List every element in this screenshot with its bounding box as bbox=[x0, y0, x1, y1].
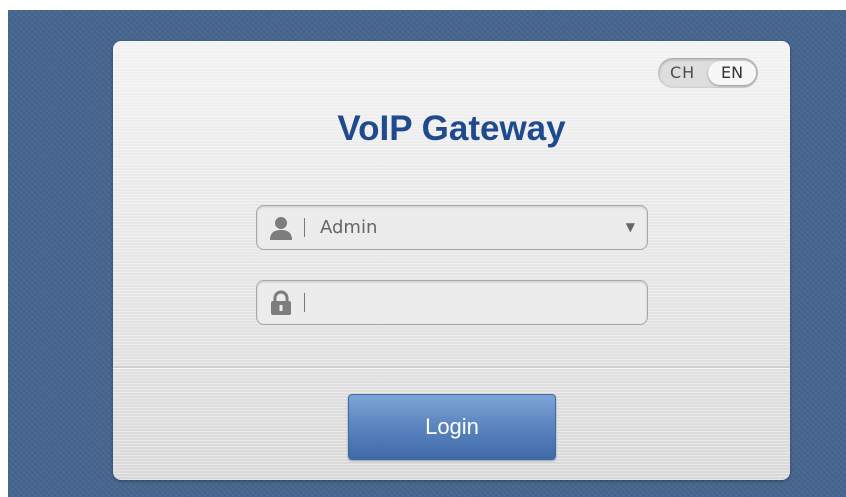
chevron-down-icon[interactable]: ▼ bbox=[626, 206, 635, 249]
language-option-ch[interactable]: CH bbox=[670, 63, 695, 82]
language-option-en[interactable]: EN bbox=[708, 61, 756, 85]
app-title: VoIP Gateway bbox=[337, 109, 566, 148]
field-separator bbox=[304, 293, 305, 312]
lock-icon bbox=[268, 290, 294, 316]
login-button[interactable]: Login bbox=[348, 394, 556, 460]
field-separator bbox=[304, 218, 305, 237]
password-field-wrapper bbox=[256, 280, 648, 325]
username-select[interactable]: Admin ▼ bbox=[256, 205, 648, 250]
username-value: Admin bbox=[320, 217, 378, 238]
password-input[interactable] bbox=[315, 287, 639, 320]
login-panel: CH EN VoIP Gateway Admin ▼ Login bbox=[113, 41, 790, 480]
language-toggle[interactable]: CH EN bbox=[658, 58, 758, 88]
user-icon bbox=[268, 215, 294, 241]
form-divider bbox=[113, 366, 790, 369]
